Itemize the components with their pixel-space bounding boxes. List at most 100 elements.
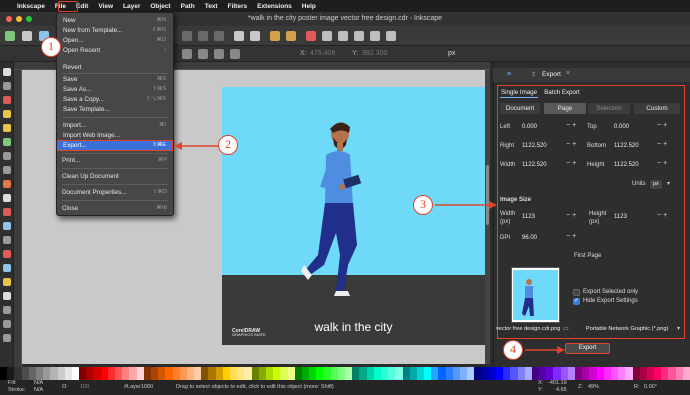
maximize-window-icon[interactable] <box>26 16 32 22</box>
palette-swatch[interactable] <box>86 367 94 380</box>
fill-stroke-icon[interactable] <box>306 31 316 41</box>
chevron-down-icon[interactable]: ▾ <box>667 180 670 187</box>
img-width-field[interactable]: 1123 <box>522 214 535 220</box>
top-field[interactable]: 0.000 <box>614 124 629 130</box>
page-select[interactable]: First Page <box>574 253 601 259</box>
palette-swatch[interactable] <box>675 367 683 380</box>
palette-swatch[interactable] <box>309 367 317 380</box>
palette-swatch[interactable] <box>21 367 29 380</box>
selector-tool-icon[interactable] <box>3 68 11 76</box>
menu-help[interactable]: Help <box>297 3 321 10</box>
menu-item-save-copy[interactable]: Save a Copy... <box>63 96 104 103</box>
palette-swatch[interactable] <box>165 367 173 380</box>
zoom-page-icon[interactable] <box>214 31 224 41</box>
menu-extensions[interactable]: Extensions <box>252 3 297 10</box>
palette-swatch[interactable] <box>639 367 647 380</box>
palette-swatch[interactable] <box>301 367 310 380</box>
menu-view[interactable]: View <box>93 3 118 10</box>
palette-swatch[interactable] <box>150 367 159 380</box>
new-document-icon[interactable] <box>5 31 15 41</box>
palette-swatch[interactable] <box>517 367 525 380</box>
palette-swatch[interactable] <box>359 367 367 380</box>
height-stepper[interactable]: −+ <box>657 160 669 167</box>
palette-swatch[interactable] <box>531 367 540 380</box>
palette-swatch[interactable] <box>100 367 108 380</box>
palette-swatch[interactable] <box>632 367 640 380</box>
palette-swatch[interactable] <box>460 367 468 380</box>
menu-object[interactable]: Object <box>145 3 175 10</box>
palette-swatch[interactable] <box>424 367 432 380</box>
left-stepper[interactable]: −+ <box>566 122 578 129</box>
height-field[interactable]: 1122.520 <box>614 162 639 168</box>
menu-item-revert[interactable]: Revert <box>63 64 82 71</box>
spray-tool-icon[interactable] <box>3 278 11 286</box>
dpi-stepper[interactable]: −+ <box>566 233 578 240</box>
menu-item-new[interactable]: New <box>63 17 76 24</box>
palette-swatch[interactable] <box>654 367 662 380</box>
star-tool-icon[interactable] <box>3 124 11 132</box>
ungroup-icon[interactable] <box>286 31 296 41</box>
img-width-stepper[interactable]: −+ <box>566 212 578 219</box>
palette-swatch[interactable] <box>79 367 87 380</box>
palette-swatch[interactable] <box>438 367 446 380</box>
palette-swatch[interactable] <box>567 367 575 380</box>
palette-swatch[interactable] <box>273 367 281 380</box>
palette-swatch[interactable] <box>582 367 590 380</box>
menu-item-import-web-image[interactable]: Import Web Image... <box>63 132 120 139</box>
palette-swatch[interactable] <box>115 367 123 380</box>
dpi-field[interactable]: 96.00 <box>522 235 537 241</box>
palette-swatch[interactable] <box>495 367 504 380</box>
area-document-button[interactable]: Document <box>500 103 540 114</box>
palette-swatch[interactable] <box>603 367 611 380</box>
palette-swatch[interactable] <box>467 367 475 380</box>
close-window-icon[interactable] <box>6 16 12 22</box>
close-tab-icon[interactable]: × <box>566 70 570 77</box>
zoom-tool-icon[interactable] <box>3 334 11 342</box>
palette-swatch[interactable] <box>208 367 216 380</box>
export-tab-label[interactable]: Export <box>542 71 561 78</box>
palette-swatch[interactable] <box>50 367 58 380</box>
left-field[interactable]: 0.000 <box>522 124 537 130</box>
palette-swatch[interactable] <box>388 367 396 380</box>
layer-select[interactable]: #Layer1000 <box>124 384 153 390</box>
palette-swatch[interactable] <box>682 367 690 380</box>
menu-item-import[interactable]: Import... <box>63 122 86 129</box>
palette-swatch[interactable] <box>618 367 626 380</box>
palette-swatch[interactable] <box>345 367 353 380</box>
palette-swatch[interactable] <box>237 367 245 380</box>
palette-swatch[interactable] <box>201 367 209 380</box>
bottom-stepper[interactable]: −+ <box>657 141 669 148</box>
preferences-icon[interactable] <box>386 31 396 41</box>
palette-swatch[interactable] <box>445 367 453 380</box>
clone-icon[interactable] <box>250 31 260 41</box>
menu-item-document-properties[interactable]: Document Properties... <box>62 189 126 196</box>
align-icon[interactable] <box>370 31 380 41</box>
palette-swatch[interactable] <box>409 367 417 380</box>
palette-swatch[interactable] <box>452 367 460 380</box>
palette-swatch[interactable] <box>474 367 482 380</box>
flip-horizontal-icon[interactable] <box>214 49 224 59</box>
palette-swatch[interactable] <box>503 367 511 380</box>
unit-select[interactable]: px <box>448 50 455 57</box>
zoom-icon[interactable] <box>182 31 192 41</box>
menu-filters[interactable]: Filters <box>223 3 253 10</box>
palette-swatch[interactable] <box>129 367 137 380</box>
top-stepper[interactable]: −+ <box>657 122 669 129</box>
palette-swatch[interactable] <box>416 367 425 380</box>
tab-single-image[interactable]: Single Image <box>500 87 538 98</box>
palette-swatch[interactable] <box>524 367 532 380</box>
palette-swatch[interactable] <box>7 367 15 380</box>
file-type-select[interactable]: Portable Network Graphic (*.png) <box>586 326 668 332</box>
width-field[interactable]: 1122.520 <box>522 162 547 168</box>
rotate-ccw-icon[interactable] <box>182 49 192 59</box>
menu-item-open[interactable]: Open... <box>63 37 84 44</box>
palette-swatch[interactable] <box>589 367 597 380</box>
palette-swatch[interactable] <box>431 367 439 380</box>
export-button[interactable]: Export <box>565 343 610 354</box>
menu-item-open-recent[interactable]: Open Recent <box>63 47 100 54</box>
palette-swatch[interactable] <box>337 367 345 380</box>
tab-batch-export[interactable]: Batch Export <box>542 87 582 98</box>
export-selected-checkbox[interactable] <box>573 289 580 296</box>
xml-editor-icon[interactable] <box>354 31 364 41</box>
menu-item-save-template[interactable]: Save Template... <box>63 106 110 113</box>
